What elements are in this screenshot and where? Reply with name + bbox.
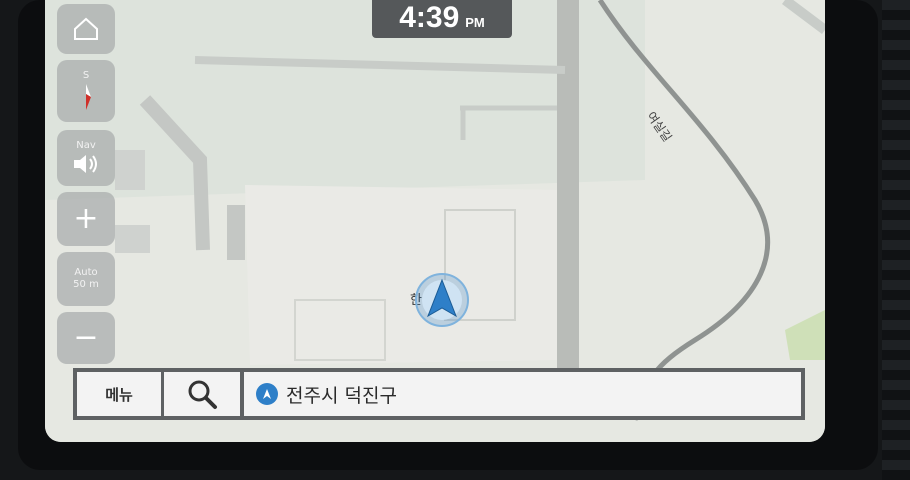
clock-time: 4:39 [399,1,460,34]
current-location-text: 전주시 덕진구 [286,384,397,407]
search-button[interactable] [164,372,240,416]
bottom-bar: 메뉴 전주시 덕진구 [73,368,805,420]
clock-ampm: PM [465,15,485,30]
menu-button[interactable]: 메뉴 [77,372,161,416]
menu-label: 메뉴 [105,385,133,404]
compass-icon [86,84,91,110]
clock-display: 4:39 PM [372,0,512,38]
home-button[interactable] [57,4,115,54]
map-road-main [557,0,579,420]
search-icon [188,380,217,409]
compass-label: S [82,70,90,81]
speaker-icon [74,155,97,173]
zoom-in-icon: + [73,201,99,236]
zoom-scale-button[interactable]: Auto 50 m [57,252,115,306]
location-marker-icon [256,383,278,405]
zoom-scale-label: 50 m [73,279,99,290]
home-icon [74,17,98,40]
zoom-mode-label: Auto [74,267,98,278]
nav-label: Nav [76,140,96,151]
map-building [115,150,145,190]
zoom-out-icon: − [73,320,99,355]
map-building [115,225,150,253]
current-location-bar[interactable]: 전주시 덕진구 [244,372,801,416]
zoom-in-button[interactable]: + [57,192,115,246]
map-building [227,205,245,260]
nav-volume-button[interactable]: Nav [57,130,115,186]
vehicle-position-icon [415,273,469,327]
map-block [245,185,565,365]
zoom-out-button[interactable]: − [57,312,115,364]
compass-button[interactable]: S [57,60,115,122]
air-vent [882,0,910,480]
navigation-screen: 여실길 4:39 PM S Nav + Auto 50 m − 한전 [45,0,825,442]
